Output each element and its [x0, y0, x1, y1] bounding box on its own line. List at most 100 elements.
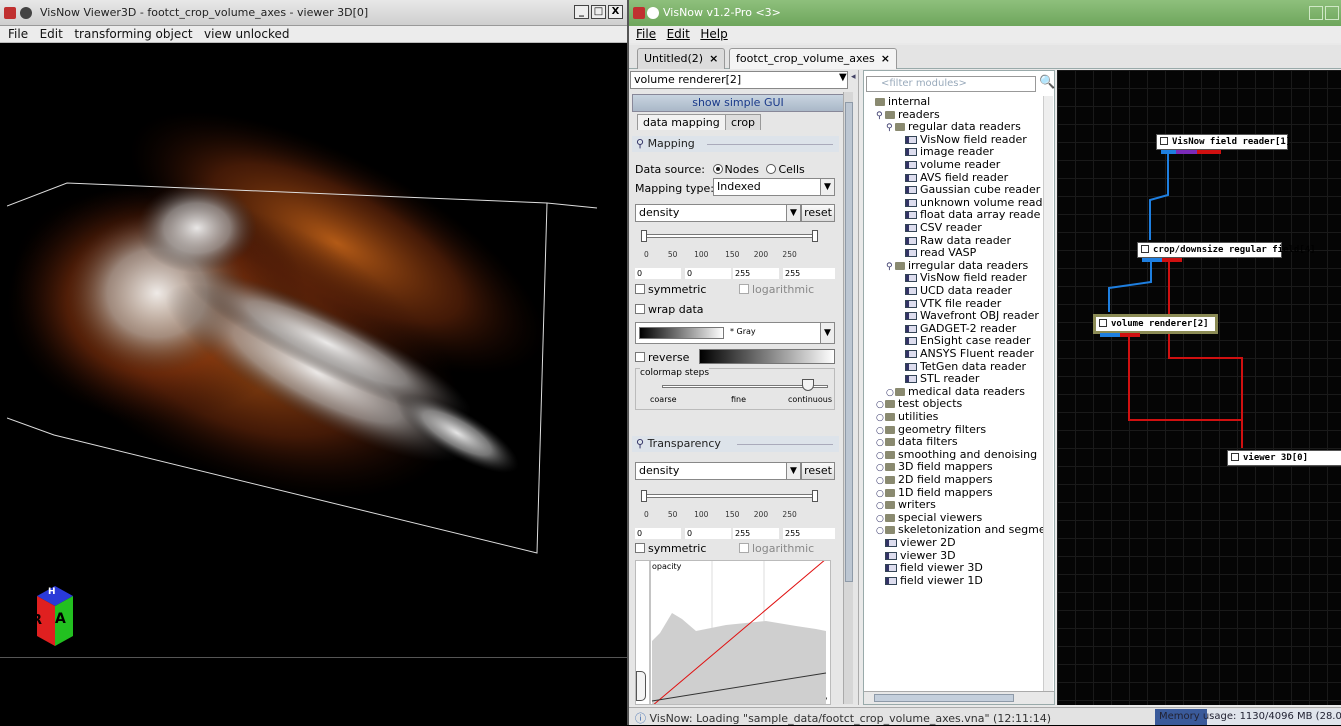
- expand-icon[interactable]: ○: [876, 488, 885, 500]
- expand-icon[interactable]: ○: [876, 462, 885, 474]
- tab-footct-crop-volume-axes[interactable]: footct_crop_volume_axes ×: [729, 48, 897, 69]
- tree-module-item[interactable]: ANSYS Fluent reader: [896, 348, 1034, 360]
- tree-module-item[interactable]: float data array reade: [896, 209, 1040, 221]
- collapse-icon[interactable]: ⚲: [886, 261, 895, 273]
- expand-icon[interactable]: ○: [876, 437, 885, 449]
- tree-module-item[interactable]: field viewer 1D: [876, 574, 983, 587]
- viewer-title-bar[interactable]: VisNow Viewer3D - footct_crop_volume_axe…: [0, 0, 627, 26]
- collapse-icon[interactable]: ⚲: [886, 122, 895, 134]
- tree-module-item[interactable]: Wavefront OBJ reader: [896, 310, 1039, 322]
- menu-file[interactable]: File: [8, 27, 28, 41]
- minimize-button[interactable]: [1309, 6, 1323, 20]
- close-button[interactable]: X: [608, 5, 623, 19]
- scrollbar-thumb[interactable]: [845, 102, 853, 582]
- expand-icon[interactable]: ○: [876, 412, 885, 424]
- range-slider-low-handle[interactable]: [641, 490, 647, 502]
- tree-module-item[interactable]: VisNow field reader: [896, 272, 1027, 284]
- opacity-transfer-editor[interactable]: opacity density: [635, 560, 831, 705]
- menu-file[interactable]: File: [636, 27, 656, 41]
- range-low-field[interactable]: 0: [685, 528, 731, 539]
- logarithmic-checkbox-row[interactable]: logarithmic: [739, 283, 814, 296]
- opacity-min-handle[interactable]: [636, 671, 646, 701]
- menu-edit[interactable]: Edit: [40, 27, 63, 41]
- tab-close-icon[interactable]: ×: [709, 52, 718, 65]
- transparency-range-slider[interactable]: [643, 494, 817, 498]
- tree-module-item[interactable]: Raw data reader: [896, 234, 1011, 247]
- node-select-checkbox[interactable]: [1231, 453, 1239, 461]
- tree-module-item[interactable]: UCD data reader: [896, 285, 1012, 297]
- mapping-type-select[interactable]: Indexed ▼: [713, 178, 835, 196]
- logarithmic-checkbox[interactable]: [739, 284, 749, 294]
- expand-icon[interactable]: ○: [876, 500, 885, 512]
- expand-icon[interactable]: ○: [876, 525, 885, 537]
- node-ports[interactable]: [1100, 333, 1140, 337]
- node-visnow-field-reader[interactable]: VisNow field reader[1]: [1156, 134, 1291, 154]
- tree-module-item[interactable]: field viewer 3D: [876, 562, 983, 574]
- mapping-component-select[interactable]: density ▼: [635, 204, 801, 222]
- filter-modules-input[interactable]: <filter modules>: [866, 76, 1036, 92]
- module-panel-scrollbar[interactable]: [843, 92, 853, 704]
- range-slider-low-handle[interactable]: [641, 230, 647, 242]
- tree-module-item[interactable]: AVS field reader: [896, 171, 1008, 184]
- expand-icon[interactable]: ○: [876, 513, 885, 525]
- collapse-left-icon[interactable]: ◂: [851, 72, 856, 82]
- mapping-range-slider[interactable]: [643, 234, 817, 238]
- memory-usage-indicator[interactable]: Memory usage: 1130/4096 MB (28.0%: [1155, 709, 1341, 725]
- tree-module-item[interactable]: EnSight case reader: [896, 335, 1031, 347]
- maximize-button[interactable]: □: [591, 5, 606, 19]
- transparency-reset-button[interactable]: reset: [801, 462, 835, 480]
- tree-module-item[interactable]: Gaussian cube reader: [896, 184, 1040, 196]
- expand-icon[interactable]: ○: [876, 450, 885, 462]
- symmetric-checkbox[interactable]: [635, 543, 645, 553]
- node-ports[interactable]: [1161, 150, 1221, 154]
- tree-module-item[interactable]: VTK file reader: [896, 297, 1001, 310]
- node-volume-renderer[interactable]: volume renderer[2]: [1093, 314, 1218, 337]
- wrap-data-checkbox[interactable]: [635, 304, 645, 314]
- network-editor-canvas[interactable]: VisNow field reader[1] crop/downsize reg…: [1057, 70, 1341, 705]
- wrap-data-checkbox-row[interactable]: wrap data: [635, 303, 704, 316]
- tree-module-item[interactable]: VisNow field reader: [896, 133, 1027, 146]
- expand-icon[interactable]: ○: [876, 399, 885, 411]
- range-slider-high-handle[interactable]: [812, 490, 818, 502]
- show-simple-gui-button[interactable]: show simple GUI: [632, 94, 844, 112]
- reverse-checkbox-row[interactable]: reverse: [635, 351, 689, 364]
- tree-vertical-scrollbar[interactable]: [1043, 96, 1053, 691]
- node-crop-downsize[interactable]: crop/downsize regular field[4]: [1137, 242, 1316, 262]
- reverse-checkbox[interactable]: [635, 352, 645, 362]
- tree-horizontal-scrollbar[interactable]: [864, 691, 1054, 704]
- window-menu-icon[interactable]: [647, 7, 659, 19]
- symmetric-checkbox-row[interactable]: symmetric: [635, 542, 706, 555]
- transparency-component-select[interactable]: density ▼: [635, 462, 801, 480]
- menu-edit[interactable]: Edit: [667, 27, 690, 41]
- tree-module-item[interactable]: image reader: [896, 146, 994, 158]
- node-select-checkbox[interactable]: [1141, 245, 1149, 253]
- tree-module-item[interactable]: GADGET-2 reader: [896, 322, 1016, 335]
- transparency-section-header[interactable]: ⚲ Transparency: [632, 436, 839, 452]
- tree-module-item[interactable]: CSV reader: [896, 222, 982, 234]
- tree-module-item[interactable]: viewer 2D: [876, 537, 956, 549]
- colormap-steps-handle[interactable]: [802, 379, 814, 391]
- minimize-button[interactable]: _: [574, 5, 589, 19]
- tree-folder-item[interactable]: internal: [866, 96, 930, 108]
- tab-untitled[interactable]: Untitled(2) ×: [637, 48, 726, 69]
- symmetric-checkbox[interactable]: [635, 284, 645, 294]
- range-slider-high-handle[interactable]: [812, 230, 818, 242]
- node-select-checkbox[interactable]: [1099, 319, 1107, 327]
- colormap-select[interactable]: * Gray ▼: [635, 322, 835, 344]
- radio-cells[interactable]: [766, 164, 777, 174]
- range-high-field[interactable]: 255: [733, 268, 779, 279]
- range-max-field[interactable]: 255: [783, 528, 835, 539]
- menu-view-unlocked[interactable]: view unlocked: [204, 27, 289, 41]
- logarithmic-checkbox[interactable]: [739, 543, 749, 553]
- expand-icon[interactable]: ○: [876, 425, 885, 437]
- expand-icon[interactable]: ○: [876, 475, 885, 487]
- tree-module-item[interactable]: unknown volume read: [896, 196, 1043, 209]
- search-icon[interactable]: 🔍: [1039, 75, 1055, 90]
- viewer-3d-canvas[interactable]: H R A: [7, 43, 627, 657]
- expand-icon[interactable]: ○: [886, 387, 895, 399]
- node-ports[interactable]: [1142, 258, 1182, 262]
- subtab-crop[interactable]: crop: [725, 114, 762, 130]
- tree-module-item[interactable]: read VASP: [896, 247, 976, 259]
- menu-help[interactable]: Help: [700, 27, 727, 41]
- range-high-field[interactable]: 255: [733, 528, 779, 539]
